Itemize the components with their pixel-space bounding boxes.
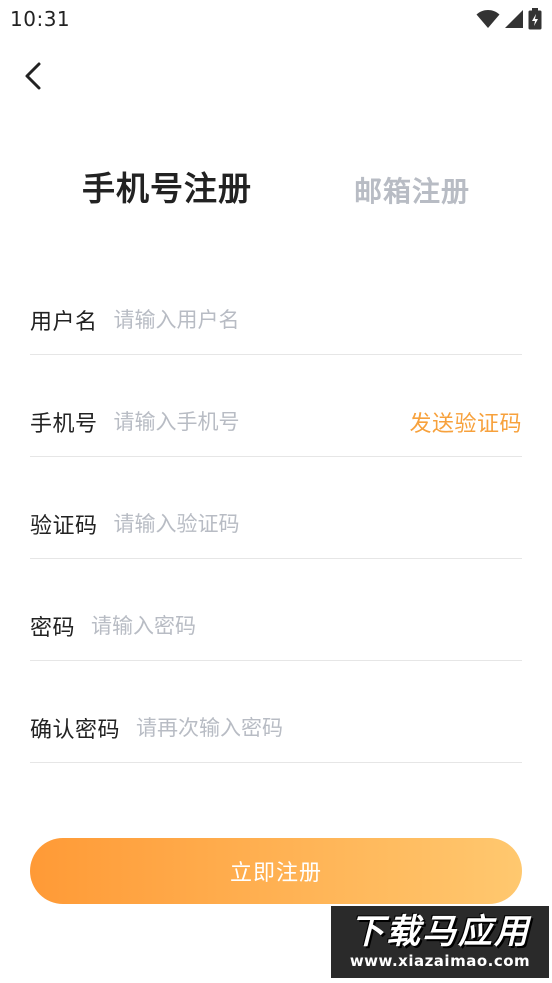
phone-row: 手机号 发送验证码 — [30, 387, 522, 457]
username-input[interactable] — [113, 299, 522, 340]
code-label: 验证码 — [30, 513, 98, 539]
username-row: 用户名 — [30, 285, 522, 355]
register-screen: 10:31 手机号注册 邮箱注册 用户名 请输入用户名 手机号 请输入手机号 发… — [0, 0, 552, 983]
signal-icon — [504, 9, 524, 29]
send-code-button[interactable]: 发送验证码 — [409, 406, 522, 438]
status-bar: 10:31 — [0, 0, 552, 40]
tab-email-register[interactable]: 邮箱注册 — [354, 170, 470, 210]
confirm-password-label: 确认密码 — [30, 717, 121, 743]
password-input[interactable] — [91, 605, 522, 646]
chevron-left-icon — [22, 61, 46, 95]
watermark-logo: 下载马应用 www.xiazaimao.com — [331, 906, 549, 978]
confirm-password-input[interactable] — [136, 707, 522, 748]
watermark-title: 下载马应用 — [350, 912, 530, 952]
status-time: 10:31 — [10, 7, 71, 31]
status-icons — [476, 8, 542, 30]
phone-label: 手机号 — [30, 411, 98, 437]
register-button[interactable]: 立即注册 — [30, 838, 522, 904]
password-label: 密码 — [30, 615, 76, 641]
wifi-icon — [476, 9, 500, 29]
phone-input[interactable] — [113, 401, 410, 442]
confirm-password-row: 确认密码 — [30, 693, 522, 763]
code-row: 验证码 — [30, 489, 522, 559]
code-input[interactable] — [113, 503, 522, 544]
battery-icon — [528, 8, 542, 30]
password-row: 密码 — [30, 591, 522, 661]
back-button[interactable] — [14, 58, 54, 98]
tab-phone-register[interactable]: 手机号注册 — [82, 162, 252, 210]
username-label: 用户名 — [30, 309, 98, 335]
watermark-url: www.xiazaimao.com — [349, 952, 531, 970]
